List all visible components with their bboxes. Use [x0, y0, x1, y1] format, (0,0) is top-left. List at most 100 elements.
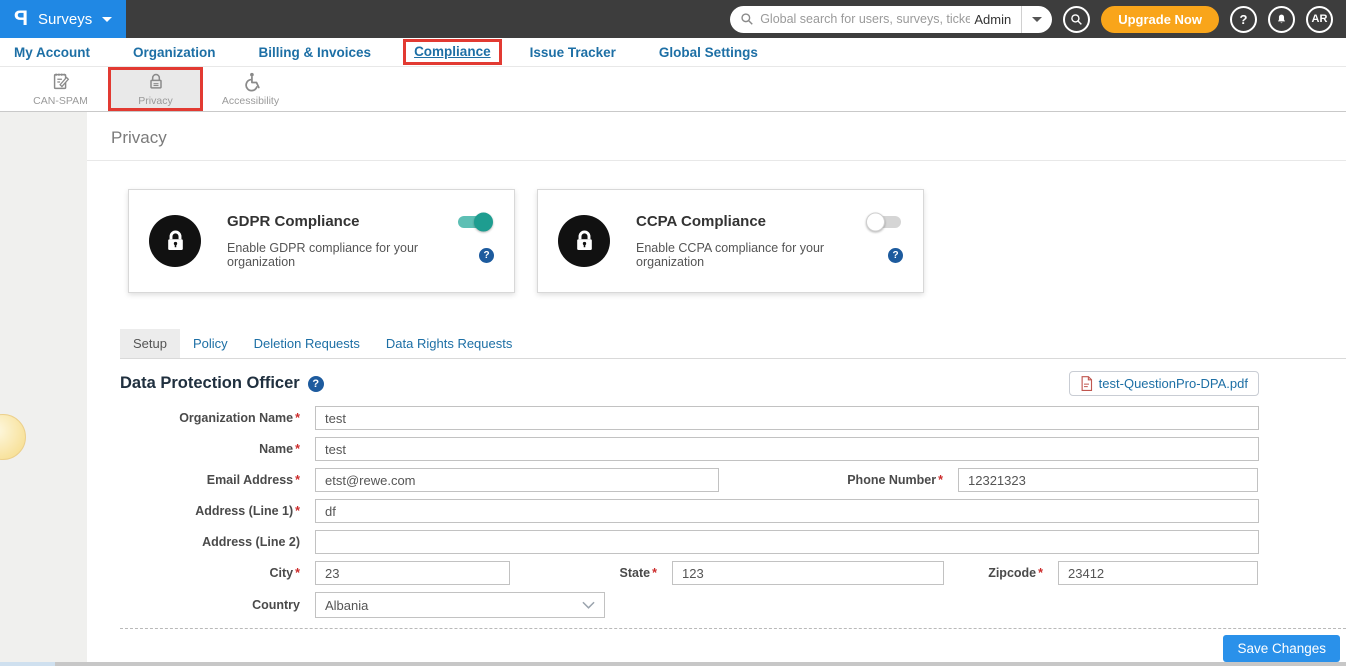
admin-nav: My Account Organization Billing & Invoic…	[0, 38, 1346, 67]
toolbar-item-can-spam[interactable]: CAN-SPAM	[13, 67, 108, 111]
dpa-attachment-link[interactable]: test-QuestionPro-DPA.pdf	[1069, 371, 1259, 396]
tab-data-rights-requests[interactable]: Data Rights Requests	[373, 329, 525, 358]
gdpr-card-title: GDPR Compliance	[227, 213, 360, 230]
form-row-organization-name: Organization Name*	[120, 406, 1259, 430]
country-selected-value: Albania	[325, 598, 368, 613]
required-marker: *	[652, 566, 657, 580]
form-footer: Save Changes	[87, 635, 1346, 662]
gdpr-lock-badge	[149, 215, 201, 267]
nav-item-my-account[interactable]: My Account	[14, 45, 90, 60]
address2-input[interactable]	[315, 530, 1259, 554]
toolbar-item-label: Accessibility	[222, 95, 279, 107]
nav-item-compliance[interactable]: Compliance	[414, 44, 491, 59]
search-scope-label: Admin	[970, 12, 1021, 27]
gdpr-card-body: GDPR Compliance Enable GDPR compliance f…	[227, 213, 494, 269]
ccpa-compliance-card: CCPA Compliance Enable CCPA compliance f…	[537, 189, 924, 293]
user-avatar[interactable]: AR	[1306, 6, 1333, 33]
gdpr-toggle[interactable]	[458, 216, 492, 228]
topbar-actions: Admin Upgrade Now ? AR	[730, 6, 1346, 33]
form-row-name: Name*	[120, 437, 1259, 461]
topbar: P Surveys Admin Upgrade Now ? AR	[0, 0, 1346, 38]
city-label: City*	[120, 566, 315, 580]
chevron-down-icon	[102, 17, 112, 22]
dpo-section-title: Data Protection Officer	[120, 374, 300, 393]
phone-input[interactable]	[958, 468, 1258, 492]
country-label: Country	[120, 598, 315, 612]
search-icon	[1070, 13, 1083, 26]
tab-setup[interactable]: Setup	[120, 329, 180, 358]
toolbar-item-privacy[interactable]: Privacy	[108, 67, 203, 111]
form-row-city-state-zip: City* State* Zipcode*	[120, 561, 1259, 585]
feedback-widget-button[interactable]	[0, 414, 26, 460]
compliance-cards-row: GDPR Compliance Enable GDPR compliance f…	[128, 189, 1346, 293]
ccpa-card-body: CCPA Compliance Enable CCPA compliance f…	[636, 213, 903, 269]
global-search: Admin	[730, 6, 1052, 33]
help-button[interactable]: ?	[1230, 6, 1257, 33]
gdpr-help-icon[interactable]: ?	[479, 248, 494, 263]
gdpr-card-description: Enable GDPR compliance for your organiza…	[227, 241, 479, 269]
questionpro-logo-icon: P	[14, 7, 28, 31]
required-marker: *	[295, 566, 300, 580]
address2-label: Address (Line 2)	[120, 535, 315, 549]
required-marker: *	[938, 473, 943, 487]
required-marker: *	[295, 473, 300, 487]
nav-item-billing-invoices[interactable]: Billing & Invoices	[259, 45, 372, 60]
name-label: Name*	[120, 442, 315, 456]
ccpa-lock-badge	[558, 215, 610, 267]
page-header: Privacy	[87, 112, 1346, 161]
organization-name-input[interactable]	[315, 406, 1259, 430]
search-button[interactable]	[1063, 6, 1090, 33]
required-marker: *	[295, 411, 300, 425]
email-label: Email Address*	[120, 473, 315, 487]
form-row-address1: Address (Line 1)*	[120, 499, 1259, 523]
notifications-button[interactable]	[1268, 6, 1295, 33]
search-input[interactable]	[760, 12, 970, 26]
dpo-help-icon[interactable]: ?	[308, 376, 324, 392]
chevron-down-icon	[1032, 17, 1042, 22]
bell-icon	[1275, 13, 1288, 26]
toggle-knob	[474, 212, 493, 231]
privacy-page: Privacy GDPR Compliance Enable GDPR comp…	[87, 112, 1346, 666]
dpo-section-header: Data Protection Officer ? test-QuestionP…	[120, 371, 1259, 396]
name-input[interactable]	[315, 437, 1259, 461]
scrollbar-thumb[interactable]	[0, 662, 55, 666]
tab-policy[interactable]: Policy	[180, 329, 241, 358]
compliance-toolbar: CAN-SPAM Privacy Accessibility	[0, 67, 1346, 112]
country-select[interactable]: Albania	[315, 592, 605, 618]
ccpa-help-icon[interactable]: ?	[888, 248, 903, 263]
product-switcher-label: Surveys	[38, 11, 92, 28]
toggle-knob	[866, 212, 885, 231]
toolbar-item-accessibility[interactable]: Accessibility	[203, 67, 298, 111]
required-marker: *	[1038, 566, 1043, 580]
accessibility-icon	[240, 71, 262, 93]
ccpa-toggle[interactable]	[867, 216, 901, 228]
ccpa-card-description: Enable CCPA compliance for your organiza…	[636, 241, 888, 269]
nav-item-issue-tracker[interactable]: Issue Tracker	[530, 45, 616, 60]
tab-deletion-requests[interactable]: Deletion Requests	[241, 329, 373, 358]
city-input[interactable]	[315, 561, 510, 585]
app-logo-menu[interactable]: P Surveys	[0, 0, 126, 38]
upgrade-now-button[interactable]: Upgrade Now	[1101, 6, 1219, 33]
state-input[interactable]	[672, 561, 944, 585]
zipcode-label: Zipcode*	[944, 566, 1058, 580]
gdpr-compliance-card: GDPR Compliance Enable GDPR compliance f…	[128, 189, 515, 293]
phone-label: Phone Number*	[719, 473, 958, 487]
address1-label: Address (Line 1)*	[120, 504, 315, 518]
search-scope-dropdown[interactable]	[1022, 6, 1052, 33]
nav-item-organization[interactable]: Organization	[133, 45, 216, 60]
lock-icon	[162, 228, 189, 255]
required-marker: *	[295, 504, 300, 518]
state-label: State*	[510, 566, 672, 580]
privacy-tabs: Setup Policy Deletion Requests Data Righ…	[120, 329, 1346, 359]
toolbar-item-label: Privacy	[138, 95, 172, 107]
email-input[interactable]	[315, 468, 719, 492]
zipcode-input[interactable]	[1058, 561, 1258, 585]
dpa-attachment-name: test-QuestionPro-DPA.pdf	[1099, 376, 1248, 391]
horizontal-scrollbar[interactable]	[0, 662, 1346, 666]
nav-item-global-settings[interactable]: Global Settings	[659, 45, 758, 60]
chevron-down-icon	[582, 601, 595, 609]
search-icon	[740, 12, 754, 26]
save-changes-button[interactable]: Save Changes	[1223, 635, 1340, 662]
organization-name-label: Organization Name*	[120, 411, 315, 425]
address1-input[interactable]	[315, 499, 1259, 523]
